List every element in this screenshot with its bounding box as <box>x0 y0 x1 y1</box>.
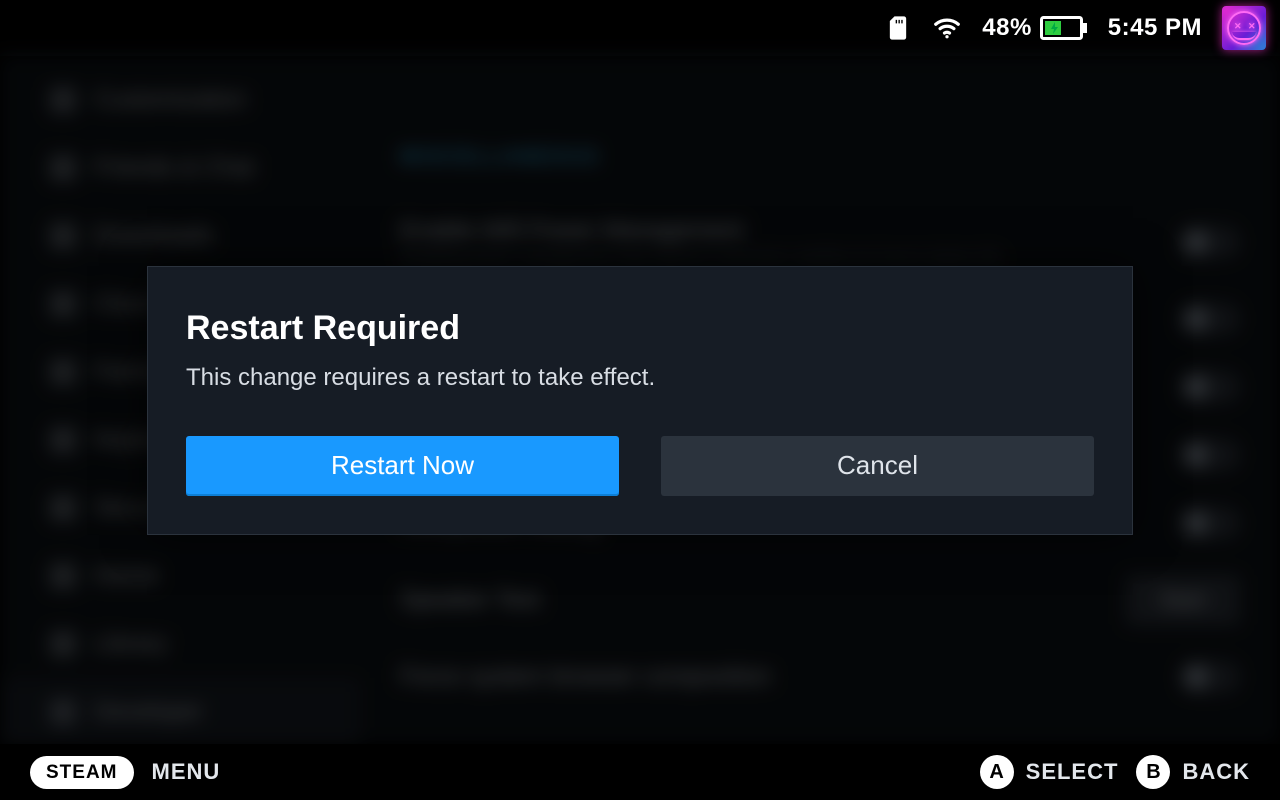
avatar[interactable]: ✕✕ <box>1222 6 1266 50</box>
clock: 5:45 PM <box>1108 14 1202 42</box>
battery-icon <box>1040 14 1088 42</box>
restart-required-dialog: Restart Required This change requires a … <box>147 266 1133 535</box>
dialog-title: Restart Required <box>186 309 1094 348</box>
status-bar: 48% 5:45 PM ✕✕ <box>0 0 1280 56</box>
modal-backdrop: Restart Required This change requires a … <box>0 56 1280 744</box>
footer-bar: STEAM MENU A SELECT B BACK <box>0 744 1280 800</box>
a-button-icon: A <box>980 755 1014 789</box>
menu-label: MENU <box>152 759 221 785</box>
b-button-icon: B <box>1136 755 1170 789</box>
dialog-body: This change requires a restart to take e… <box>186 364 1094 392</box>
battery-percent: 48% <box>982 14 1032 42</box>
restart-now-button[interactable]: Restart Now <box>186 436 619 496</box>
wifi-icon <box>932 13 962 43</box>
battery-indicator: 48% <box>982 14 1088 42</box>
steam-button[interactable]: STEAM <box>30 756 134 789</box>
sd-card-icon <box>884 14 912 42</box>
hint-back: B BACK <box>1136 755 1250 789</box>
cancel-button[interactable]: Cancel <box>661 436 1094 496</box>
hint-select: A SELECT <box>980 755 1119 789</box>
